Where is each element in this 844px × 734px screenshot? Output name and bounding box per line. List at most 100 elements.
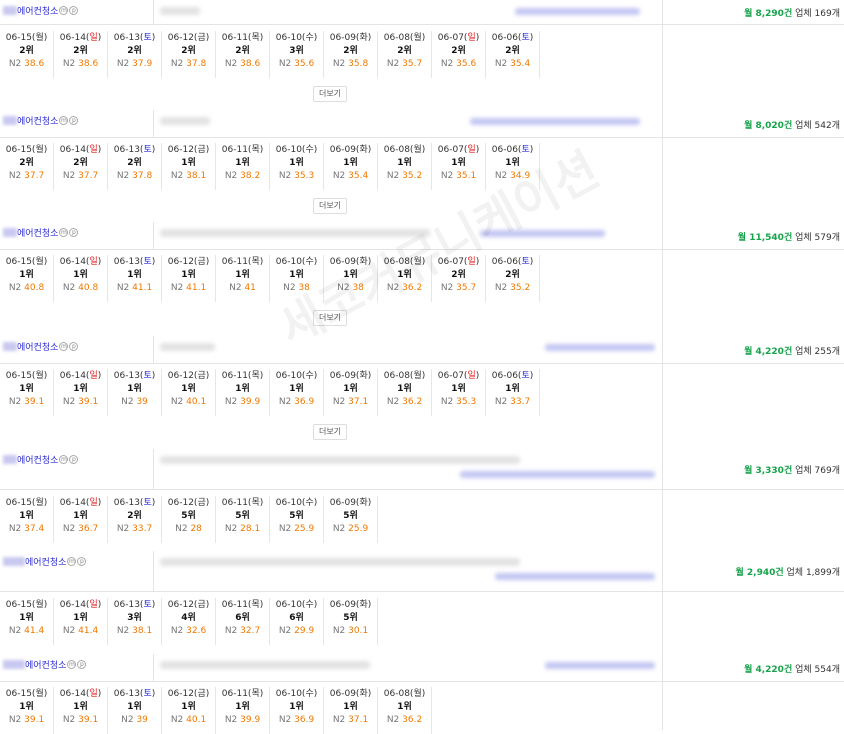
pc-badge-icon[interactable]: p bbox=[77, 557, 87, 566]
n2-score: N2 37.4 bbox=[8, 524, 45, 534]
column-divider bbox=[662, 449, 663, 489]
monthly-volume: 월 3,330건 bbox=[744, 466, 793, 476]
weekday: 토 bbox=[143, 257, 152, 267]
weekday: 일 bbox=[467, 33, 476, 43]
day-rank-cell: 06-10(수) 1위 N2 36.9 bbox=[270, 687, 324, 734]
keyword-cell[interactable]: 에어컨청소 m p bbox=[3, 658, 87, 671]
pc-badge-icon[interactable]: p bbox=[69, 455, 79, 464]
pc-badge-icon[interactable]: p bbox=[69, 228, 79, 237]
date-label: 06-07(일) bbox=[437, 257, 480, 267]
weekday: 목 bbox=[251, 371, 260, 381]
weekday: 수 bbox=[305, 33, 314, 43]
blurred-prefix bbox=[3, 228, 17, 237]
mobile-badge-icon[interactable]: m bbox=[59, 228, 69, 237]
pc-badge-icon[interactable]: p bbox=[77, 660, 87, 669]
weekday: 일 bbox=[467, 371, 476, 381]
monthly-volume: 월 11,540건 bbox=[737, 233, 793, 243]
column-divider bbox=[662, 336, 663, 363]
blurred-url bbox=[160, 661, 370, 669]
weekday: 수 bbox=[305, 498, 314, 508]
right-column-divider bbox=[662, 363, 663, 449]
rank-value: 1위 bbox=[397, 158, 412, 168]
keyword-cell[interactable]: 에어컨청소 m p bbox=[3, 555, 87, 568]
company-count: 업체 554개 bbox=[795, 665, 840, 675]
search-stats: 월 8,290건 업체 169개 bbox=[744, 6, 840, 19]
n2-score: N2 36.2 bbox=[386, 283, 423, 293]
n2-score: N2 34.9 bbox=[494, 171, 531, 181]
pc-badge-icon[interactable]: p bbox=[69, 342, 79, 351]
date-label: 06-12(금) bbox=[167, 689, 210, 699]
rank-value: 1위 bbox=[343, 702, 358, 712]
day-rank-cell: 06-13(토) 2위 N2 37.9 bbox=[108, 31, 162, 78]
blurred-prefix bbox=[3, 6, 17, 15]
blurred-url bbox=[160, 343, 215, 351]
pc-badge-icon[interactable]: p bbox=[69, 116, 79, 125]
day-rank-cell: 06-14(일) 1위 N2 41.4 bbox=[54, 598, 108, 645]
keyword-cell[interactable]: 에어컨청소 m p bbox=[3, 340, 79, 353]
mobile-badge-icon[interactable]: m bbox=[59, 455, 69, 464]
weekday: 일 bbox=[89, 33, 98, 43]
weekday: 토 bbox=[143, 33, 152, 43]
rank-value: 1위 bbox=[343, 270, 358, 280]
weekday: 수 bbox=[305, 689, 314, 699]
mobile-badge-icon[interactable]: m bbox=[67, 660, 77, 669]
n2-score: N2 41.4 bbox=[62, 626, 99, 636]
day-rank-cell: 06-13(토) 1위 N2 39 bbox=[108, 369, 162, 416]
date-label: 06-13(토) bbox=[113, 600, 156, 610]
rank-value: 1위 bbox=[181, 270, 196, 280]
date-label: 06-09(화) bbox=[329, 371, 372, 381]
keyword-link[interactable]: 에어컨청소 bbox=[17, 117, 58, 127]
more-button[interactable]: 더보기 bbox=[313, 86, 347, 102]
keyword-cell[interactable]: 에어컨청소 m p bbox=[3, 453, 79, 466]
pc-badge-icon[interactable]: p bbox=[69, 6, 79, 15]
date-label: 06-14(일) bbox=[59, 689, 102, 699]
weekday: 토 bbox=[143, 600, 152, 610]
keyword-cell[interactable]: 에어컨청소 m p bbox=[3, 114, 79, 127]
n2-score: N2 41.4 bbox=[8, 626, 45, 636]
n2-score: N2 33.7 bbox=[116, 524, 153, 534]
mobile-badge-icon[interactable]: m bbox=[59, 116, 69, 125]
keyword-link[interactable]: 에어컨청소 bbox=[17, 456, 58, 466]
more-button[interactable]: 더보기 bbox=[313, 198, 347, 214]
n2-score: N2 36.7 bbox=[62, 524, 99, 534]
keyword-link[interactable]: 에어컨청소 bbox=[17, 7, 58, 17]
keyword-link[interactable]: 에어컨청소 bbox=[25, 661, 66, 671]
n2-score: N2 36.2 bbox=[386, 715, 423, 725]
rank-value: 2위 bbox=[451, 46, 466, 56]
weekday: 토 bbox=[143, 689, 152, 699]
n2-score: N2 33.7 bbox=[494, 397, 531, 407]
keyword-link[interactable]: 에어컨청소 bbox=[17, 229, 58, 239]
date-label: 06-09(화) bbox=[329, 689, 372, 699]
rank-value: 1위 bbox=[181, 702, 196, 712]
day-rank-cell: 06-08(월) 1위 N2 35.2 bbox=[378, 143, 432, 190]
rank-value: 1위 bbox=[235, 270, 250, 280]
keyword-cell[interactable]: 에어컨청소 m p bbox=[3, 226, 79, 239]
more-button[interactable]: 더보기 bbox=[313, 424, 347, 440]
day-rank-cell: 06-12(금) 4위 N2 32.6 bbox=[162, 598, 216, 645]
weekday: 월 bbox=[35, 371, 44, 381]
weekday: 월 bbox=[413, 33, 422, 43]
n2-score: N2 36.9 bbox=[278, 715, 315, 725]
more-button[interactable]: 더보기 bbox=[313, 310, 347, 326]
n2-score: N2 35.4 bbox=[494, 59, 531, 69]
n2-score: N2 37.7 bbox=[8, 171, 45, 181]
weekday: 목 bbox=[251, 145, 260, 155]
blurred-url bbox=[160, 229, 430, 237]
mobile-badge-icon[interactable]: m bbox=[59, 342, 69, 351]
date-label: 06-12(금) bbox=[167, 600, 210, 610]
mobile-badge-icon[interactable]: m bbox=[59, 6, 69, 15]
company-count: 업체 1,899개 bbox=[786, 568, 840, 578]
n2-score: N2 39.1 bbox=[8, 397, 45, 407]
day-rank-cell: 06-13(토) 1위 N2 41.1 bbox=[108, 255, 162, 302]
keyword-link[interactable]: 에어컨청소 bbox=[25, 558, 66, 568]
keyword-cell[interactable]: 에어컨청소 m p bbox=[3, 4, 79, 17]
rank-value: 1위 bbox=[127, 270, 142, 280]
rank-value: 5위 bbox=[343, 511, 358, 521]
search-stats: 월 8,020건 업체 542개 bbox=[744, 118, 840, 131]
day-rank-cell: 06-11(목) 1위 N2 39.9 bbox=[216, 687, 270, 734]
n2-score: N2 39.1 bbox=[62, 397, 99, 407]
daily-rank-strip: 06-15(월) 1위 N2 37.4 06-14(일) 1위 N2 36.7 06-13(… bbox=[0, 496, 378, 543]
column-divider bbox=[153, 654, 154, 681]
keyword-link[interactable]: 에어컨청소 bbox=[17, 343, 58, 353]
mobile-badge-icon[interactable]: m bbox=[67, 557, 77, 566]
